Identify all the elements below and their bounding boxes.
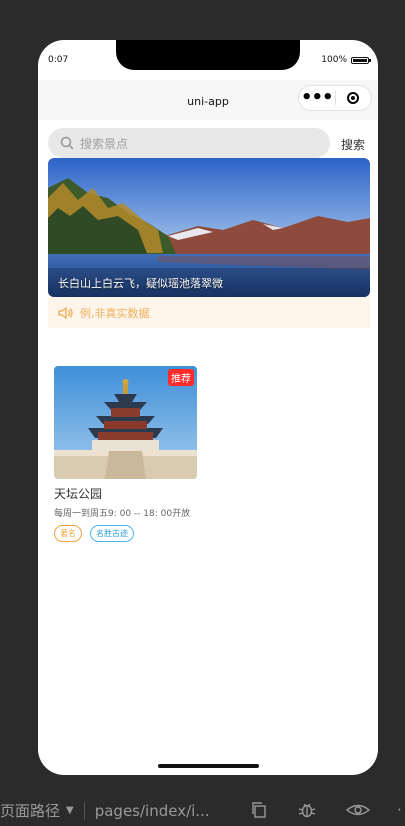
close-target-button[interactable] <box>336 92 372 104</box>
search-placeholder: 搜索景点 <box>80 136 129 151</box>
status-time: 0:07 <box>48 55 69 65</box>
battery-icon <box>351 56 371 64</box>
notch <box>116 40 300 70</box>
status-right: 100% <box>321 55 371 65</box>
search-button[interactable]: 搜索 <box>341 136 365 153</box>
phone-frame: 0:07 100% uni-app ••• 搜索景点 搜索 长白山上白云飞，疑似… <box>38 40 378 775</box>
recommend-badge: 推荐 <box>168 369 194 386</box>
target-icon <box>347 92 360 104</box>
page-path-value[interactable]: pages/index/i... <box>95 802 210 820</box>
more-indicator: · <box>397 801 402 819</box>
notice-text: 例,非真实数据 <box>80 306 150 320</box>
copy-icon[interactable] <box>250 801 268 819</box>
home-indicator <box>158 764 259 768</box>
attraction-title: 天坛公园 <box>54 487 103 501</box>
opening-hours: 每周一到周五9: 00 -- 18: 00开放 <box>54 509 191 519</box>
mini-program-capsule: ••• <box>298 85 372 111</box>
devbar-divider <box>83 801 85 820</box>
tag-list: 著名 名胜古迹 <box>54 525 198 542</box>
eye-icon[interactable] <box>346 801 370 819</box>
banner-caption: 长白山上白云飞，疑似瑶池落翠微 <box>58 277 223 290</box>
search-icon <box>60 136 74 150</box>
attraction-image: 推荐 <box>54 366 197 479</box>
page-path-label[interactable]: 页面路径 <box>0 800 60 821</box>
devtools-bar: 页面路径 ▼ pages/index/i... · <box>0 795 405 826</box>
battery-percent: 100% <box>321 55 347 65</box>
attraction-card[interactable]: 推荐 天坛公园 每周一到周五9: 00 -- 18: 00开放 著名 名胜古迹 <box>54 366 198 542</box>
navbar: uni-app ••• <box>38 80 378 120</box>
more-dots-icon[interactable]: ••• <box>299 88 335 108</box>
speaker-icon <box>58 306 73 319</box>
banner-carousel[interactable]: 长白山上白云飞，疑似瑶池落翠微 <box>48 158 370 297</box>
tag-famous: 著名 <box>54 525 82 542</box>
chevron-down-icon[interactable]: ▼ <box>66 805 74 816</box>
bug-icon[interactable] <box>298 801 316 819</box>
tag-historic: 名胜古迹 <box>90 525 134 542</box>
notice-bar: 例,非真实数据 <box>48 297 370 328</box>
search-input[interactable]: 搜索景点 <box>48 128 330 158</box>
